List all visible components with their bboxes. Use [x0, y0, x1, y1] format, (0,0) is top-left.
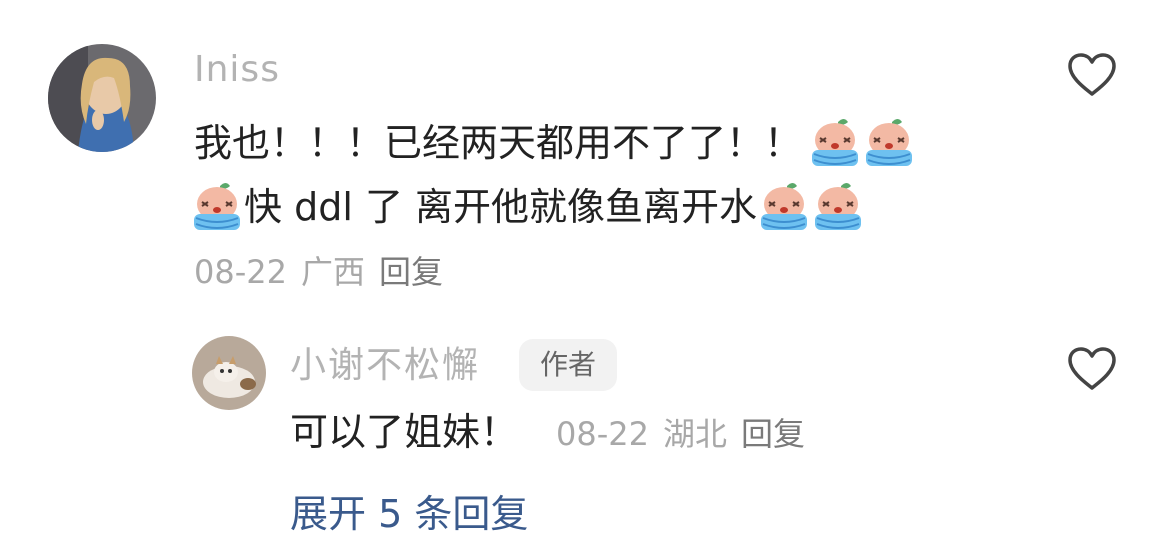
avatar[interactable] — [192, 336, 266, 410]
comment-date: 08-22 — [194, 253, 287, 291]
crying-emoji-icon — [811, 180, 865, 234]
reply-location: 湖北 — [662, 415, 727, 453]
crying-emoji-icon — [757, 180, 811, 234]
reply-date: 08-22 — [556, 415, 649, 453]
comment-location: 广西 — [300, 253, 365, 291]
heart-icon[interactable] — [1066, 52, 1118, 98]
reply-button[interactable]: 回复 — [379, 253, 443, 291]
expand-replies-link[interactable]: 展开 5 条回复 — [290, 495, 528, 533]
crying-emoji-icon — [190, 180, 244, 234]
comment-text-line: 我也！！！已经两天都用不了了！！ — [194, 116, 916, 170]
reply-text: 可以了姐妹！ — [290, 410, 519, 454]
comment-text: 我也！！！已经两天都用不了了！！ — [194, 121, 803, 165]
crying-emoji-icon — [862, 116, 916, 170]
reply-button[interactable]: 回复 — [741, 415, 805, 453]
avatar[interactable] — [48, 44, 156, 152]
heart-icon[interactable] — [1066, 346, 1118, 392]
comment-meta: 08-22 广西 回复 — [194, 256, 457, 288]
comment-text-line: 快 ddl 了 离开他就像鱼离开水 — [190, 180, 865, 234]
author-badge: 作者 — [519, 339, 617, 391]
comment-username[interactable]: Iniss — [194, 52, 280, 88]
comment-text: 快 ddl 了 离开他就像鱼离开水 — [244, 185, 758, 229]
reply-username[interactable]: 小谢不松懈 — [290, 348, 480, 384]
crying-emoji-icon — [808, 116, 862, 170]
reply-meta: 08-22 湖北 回复 — [556, 418, 819, 450]
